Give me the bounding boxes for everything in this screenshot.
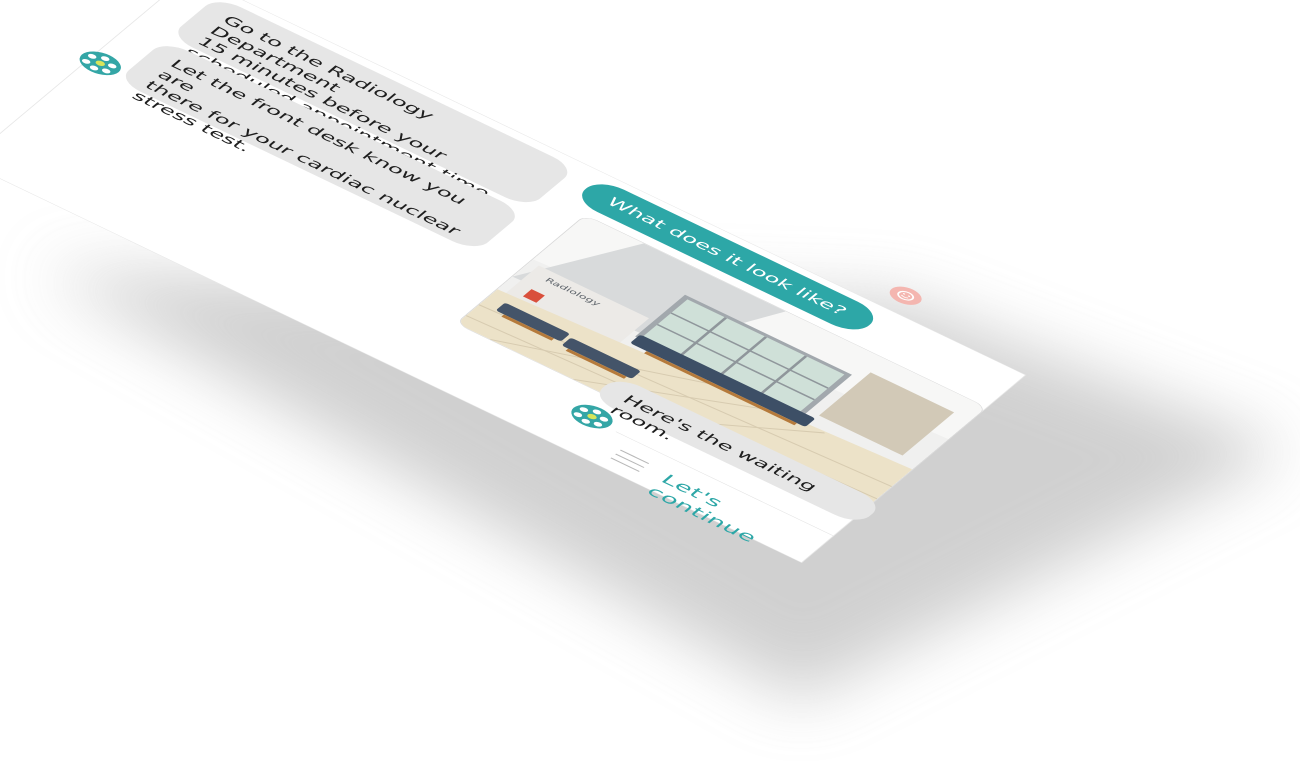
hamburger-menu-icon[interactable] — [610, 449, 650, 473]
scene: Go to the Radiology Department 15 minute… — [0, 0, 1300, 772]
chat-screen: Go to the Radiology Department 15 minute… — [0, 0, 1025, 563]
user-avatar-icon — [884, 282, 928, 309]
bot-avatar-icon — [72, 46, 129, 81]
